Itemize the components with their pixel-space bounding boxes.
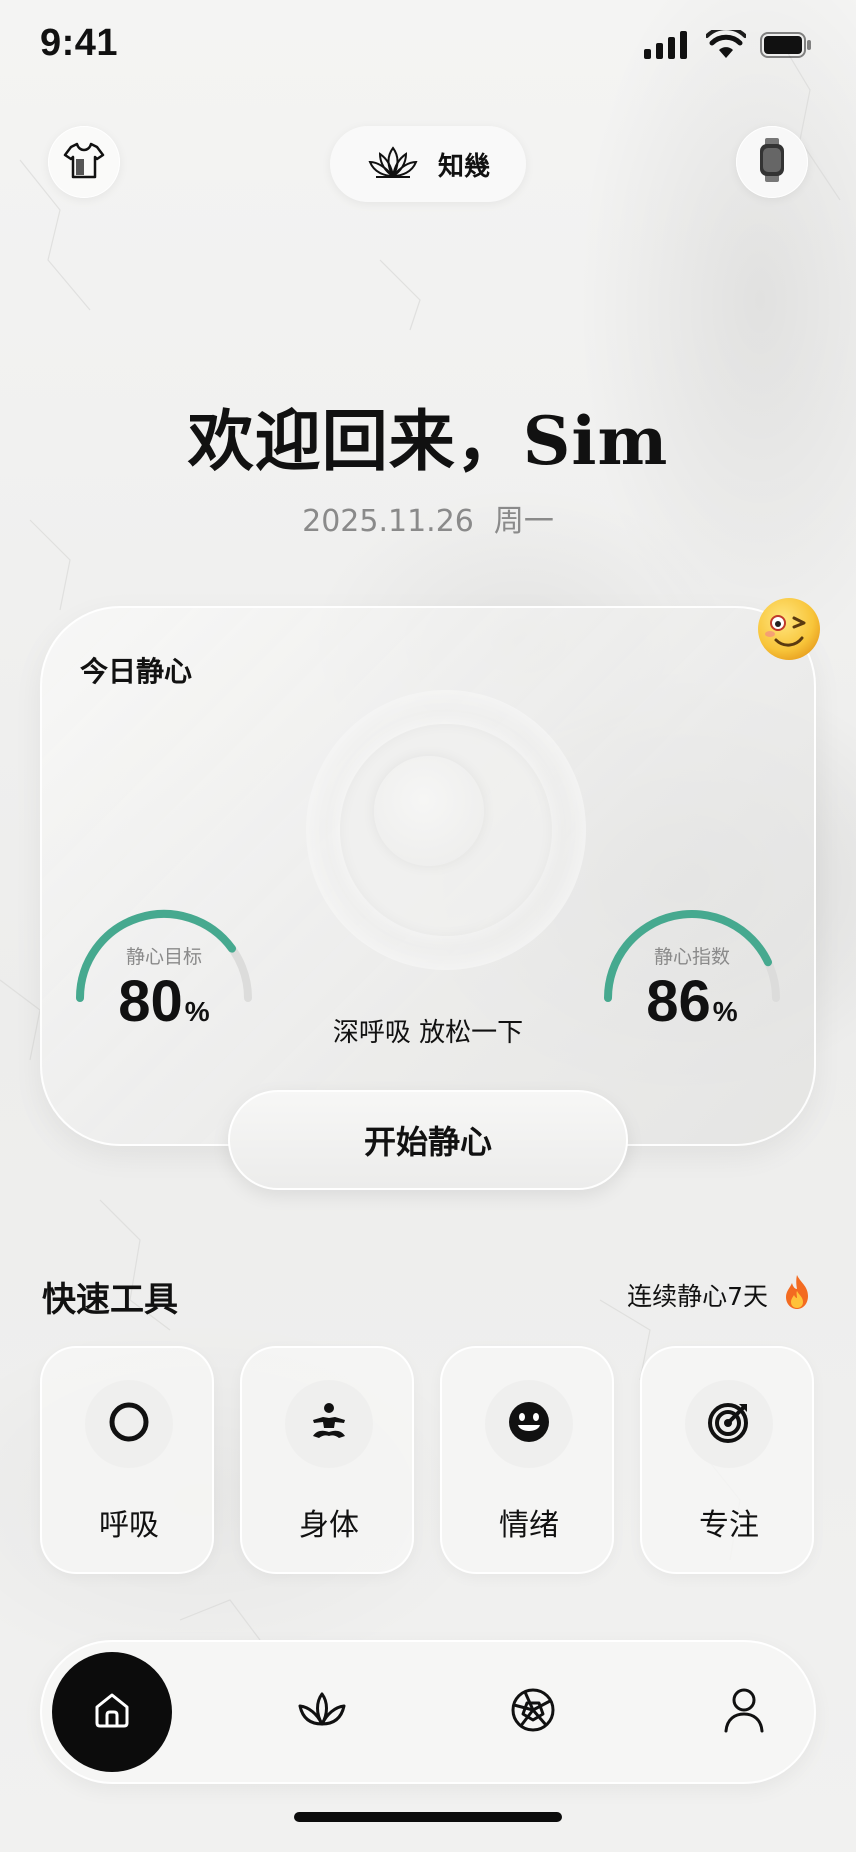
streak-badge: 连续静心7天 xyxy=(627,1274,812,1316)
tool-card-breath[interactable]: 呼吸 xyxy=(40,1346,214,1574)
welcome-title: 欢迎回来，Sim xyxy=(187,402,669,480)
tool-card-focus[interactable]: 专注 xyxy=(640,1346,814,1574)
tool-label-body: 身体 xyxy=(299,1508,359,1543)
nav-home[interactable] xyxy=(52,1652,172,1772)
tool-label-emotion: 情绪 xyxy=(499,1508,559,1543)
winking-face-emoji xyxy=(756,596,822,662)
watch-icon xyxy=(757,138,787,186)
tool-card-emotion[interactable]: 情绪 xyxy=(440,1346,614,1574)
tool-label-breath: 呼吸 xyxy=(99,1508,159,1543)
weekday-text: 周一 xyxy=(493,504,554,539)
wardrobe-button[interactable] xyxy=(48,126,120,198)
calm-card-title: 今日静心 xyxy=(80,655,193,688)
start-calm-button[interactable]: 开始静心 xyxy=(228,1090,628,1190)
lotus-icon xyxy=(366,144,420,184)
tool-card-body[interactable]: 身体 xyxy=(240,1346,414,1574)
breath-hint: 深呼吸 放松一下 xyxy=(332,1018,524,1048)
streak-text: 连续静心7天 xyxy=(627,1282,768,1311)
breath-orb-core xyxy=(374,756,484,866)
goal-label: 静心目标 xyxy=(125,946,202,968)
tool-label-focus: 专注 xyxy=(699,1508,759,1543)
circle-icon-wrap xyxy=(85,1380,173,1468)
status-icons xyxy=(644,26,812,64)
nav-explore[interactable] xyxy=(473,1652,593,1772)
target-icon xyxy=(707,1400,751,1448)
quick-tools-title: 快速工具 xyxy=(42,1280,178,1320)
nav-profile[interactable] xyxy=(684,1652,804,1772)
wifi-icon xyxy=(705,26,747,64)
lotus-icon xyxy=(297,1690,347,1734)
smiley-icon-wrap xyxy=(485,1380,573,1468)
date-text: 2025.11.26 xyxy=(302,504,474,539)
battery-icon xyxy=(760,31,812,63)
signal-icon xyxy=(644,31,692,63)
smiley-icon xyxy=(507,1400,551,1448)
circle-icon xyxy=(107,1400,151,1448)
status-time: 9:41 xyxy=(40,22,119,64)
meditation-icon xyxy=(307,1400,351,1448)
watch-button[interactable] xyxy=(736,126,808,198)
user-icon xyxy=(723,1687,765,1737)
home-indicator xyxy=(294,1812,562,1822)
index-label: 静心指数 xyxy=(653,946,730,968)
date-line: 2025.11.26 周一 xyxy=(0,496,856,540)
aperture-icon xyxy=(510,1687,556,1737)
target-icon-wrap xyxy=(685,1380,773,1468)
meditation-icon-wrap xyxy=(285,1380,373,1468)
home-icon xyxy=(92,1690,132,1734)
fire-icon xyxy=(782,1274,812,1316)
nav-meditate[interactable] xyxy=(262,1652,382,1772)
brand-pill[interactable]: 知幾 xyxy=(330,126,526,202)
brand-name: 知幾 xyxy=(437,151,490,182)
tshirt-icon xyxy=(63,139,105,185)
